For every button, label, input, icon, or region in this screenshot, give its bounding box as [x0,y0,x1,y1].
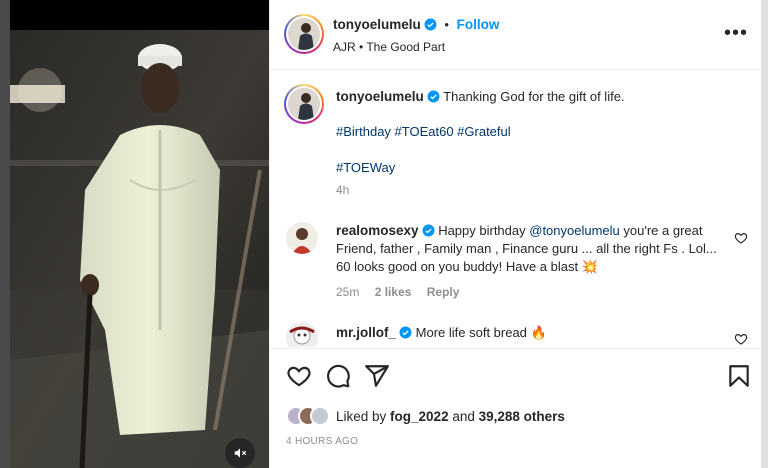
commenter-avatar-image [286,322,318,347]
verified-badge-icon [424,18,437,31]
caption-hashtag-toeway[interactable]: #TOEWay [336,159,395,177]
comment-meta: 25m 2 likes Reply [336,285,459,299]
commenter-avatar[interactable] [286,222,318,254]
post-actions: Liked by fog_2022 and 39,288 others 4 HO… [270,348,762,468]
scroll-gutter [761,0,768,468]
comment-like-heart-icon[interactable] [734,332,748,346]
liked-by-and: and [448,408,479,424]
commenter-avatar[interactable] [286,322,318,347]
verified-badge-icon [427,90,440,103]
photo-illustration [10,30,269,468]
comment-like-heart-icon[interactable] [734,231,748,245]
mute-icon [234,448,247,458]
verified-badge-icon [399,326,412,339]
comment-age: 25m [336,285,360,299]
liked-by-others[interactable]: 39,288 others [479,409,565,424]
emoji-explosion: 💥 [581,259,598,274]
mute-button[interactable] [225,438,255,468]
comment-username[interactable]: mr.jollof_ [336,325,396,340]
caption-text: Thanking God for the gift of life. [443,89,625,104]
follow-button[interactable]: Follow [457,17,500,32]
more-options-icon[interactable]: ••• [724,23,748,43]
share-icon[interactable] [364,363,390,389]
comment-username[interactable]: realomosexy [336,223,419,238]
caption-avatar-image [288,88,320,120]
comment-body: mr.jollof_ More life soft bread 🔥 [336,324,724,342]
media-top-bar [10,0,269,30]
post-side-panel: tonyoelumelu • Follow AJR • The Good Par… [269,0,762,468]
liked-by-user[interactable]: fog_2022 [390,409,449,424]
emoji-fire: 🔥 [530,325,547,340]
verified-badge-icon [422,224,435,237]
comment-text-start: Happy birthday [438,223,530,238]
caption-avatar[interactable] [284,84,324,124]
commenter-avatar-image [286,222,318,254]
comment-mention[interactable]: @tonyoelumelu [529,223,620,238]
post-header: tonyoelumelu • Follow AJR • The Good Par… [270,0,762,70]
liker-avatar[interactable] [310,406,330,426]
bookmark-icon[interactable] [726,363,752,389]
caption-hashtags[interactable]: #Birthday #TOEat60 #Grateful [336,123,511,141]
comment-body: realomosexy Happy birthday @tonyoelumelu… [336,222,724,276]
author-avatar[interactable] [284,14,324,54]
audio-track[interactable]: AJR • The Good Part [333,40,445,54]
liked-by-prefix: Liked by [336,408,391,424]
liked-by-text: Liked by fog_2022 and 39,288 others [336,409,565,424]
comment-likes[interactable]: 2 likes [375,285,412,299]
liked-by-row: Liked by fog_2022 and 39,288 others [286,404,565,428]
post-media[interactable] [10,0,269,468]
caption-body: tonyoelumelu Thanking God for the gift o… [336,88,736,106]
comment-text: More life soft bread [415,325,527,340]
post-timestamp[interactable]: 4 HOURS AGO [286,436,358,447]
author-username[interactable]: tonyoelumelu [333,17,421,32]
instagram-post-modal: tonyoelumelu • Follow AJR • The Good Par… [0,0,768,468]
heart-icon[interactable] [286,363,312,389]
comments-section[interactable]: tonyoelumelu Thanking God for the gift o… [270,71,762,347]
modal-backdrop[interactable] [0,0,10,468]
header-separator: • [444,17,449,32]
post-photo [10,30,269,468]
reply-button[interactable]: Reply [427,285,460,299]
comment-icon[interactable] [325,363,351,389]
caption-username[interactable]: tonyoelumelu [336,89,424,104]
author-avatar-image [288,18,320,50]
caption-age: 4h [336,183,350,197]
